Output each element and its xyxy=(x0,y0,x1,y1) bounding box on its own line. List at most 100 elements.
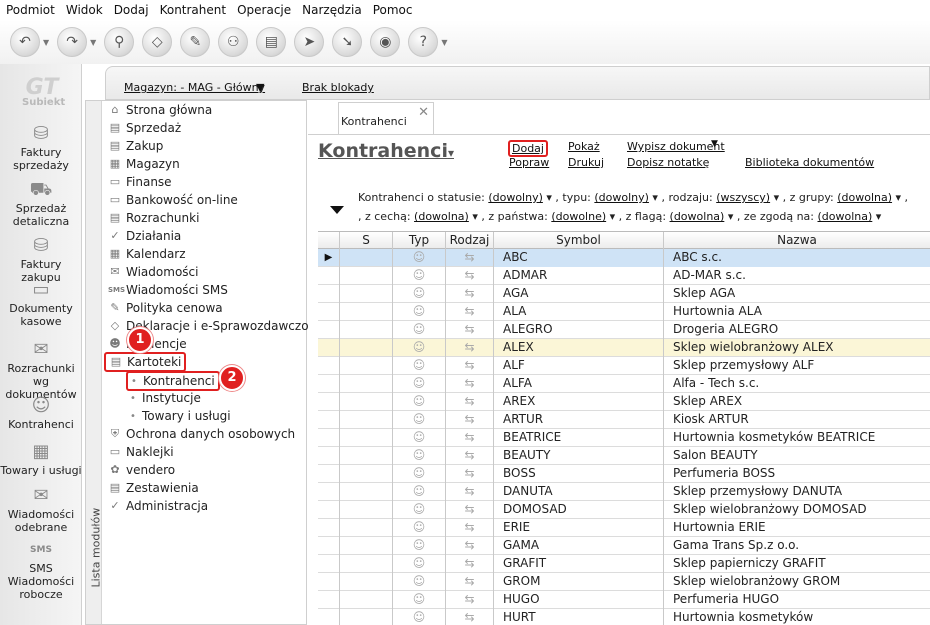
column-header-symbol[interactable]: Symbol xyxy=(494,232,664,250)
dopisz-notatke-link[interactable]: Dopisz notatkę xyxy=(627,156,709,169)
help-dropdown-icon[interactable]: ▼ xyxy=(441,38,447,47)
menu-kontrahent[interactable]: Kontrahent xyxy=(160,3,227,17)
table-row[interactable]: ☺ ⇆ ERIE Hurtownia ERIE xyxy=(318,519,930,537)
tree-wiadomosci[interactable]: ✉ Wiadomości xyxy=(108,263,198,281)
biblioteka-link[interactable]: Biblioteka dokumentów xyxy=(745,156,874,169)
table-row[interactable]: ☺ ⇆ HUGO Perfumeria HUGO xyxy=(318,591,930,609)
table-row[interactable]: ☺ ⇆ ARTUR Kiosk ARTUR xyxy=(318,411,930,429)
table-row[interactable]: ☺ ⇆ BEAUTY Salon BEAUTY xyxy=(318,447,930,465)
filter-rodzaj[interactable]: (wszyscy) xyxy=(716,191,770,204)
table-row[interactable]: ☺ ⇆ AREX Sklep AREX xyxy=(318,393,930,411)
globe-icon[interactable]: ◉ xyxy=(370,27,401,57)
module-faktury-zakupu[interactable]: ⛁ Faktury zakupu xyxy=(0,236,82,285)
search-people-icon[interactable]: ⚇ xyxy=(218,27,249,57)
menu-pomoc[interactable]: Pomoc xyxy=(373,3,413,17)
tree-magazyn[interactable]: ▦ Magazyn xyxy=(108,155,180,173)
table-row[interactable]: ☺ ⇆ BEATRICE Hurtownia kosmetyków BEATRICE xyxy=(318,429,930,447)
tree-ochrona-danych[interactable]: ⛨ Ochrona danych osobowych xyxy=(108,425,295,443)
tree-zakup[interactable]: ▤ Zakup xyxy=(108,137,164,155)
help-icon[interactable]: ? xyxy=(408,27,439,57)
filter-grupa[interactable]: (dowolna) xyxy=(837,191,892,204)
back-icon[interactable]: ↶ xyxy=(10,27,40,57)
tree-administracja[interactable]: ✓ Administracja xyxy=(108,497,208,515)
table-row[interactable]: ☺ ⇆ ALEX Sklep wielobranżowy ALEX xyxy=(318,339,930,357)
table-row[interactable]: ☺ ⇆ AGA Sklep AGA xyxy=(318,285,930,303)
table-row[interactable]: ☺ ⇆ DANUTA Sklep przemysłowy DANUTA xyxy=(318,483,930,501)
tab-kontrahenci[interactable]: Kontrahenci ✕ xyxy=(338,102,434,134)
table-row[interactable]: ☺ ⇆ GRAFIT Sklep papierniczy GRAFIT xyxy=(318,555,930,573)
table-row[interactable]: ☺ ⇆ ADMAR AD-MAR s.c. xyxy=(318,267,930,285)
export-icon[interactable]: ➤ xyxy=(294,27,325,57)
wrench-icon[interactable]: ✎ xyxy=(180,27,211,57)
tree-rozrachunki[interactable]: ▤ Rozrachunki xyxy=(108,209,200,227)
tree-polityka-cenowa[interactable]: ✎ Polityka cenowa xyxy=(108,299,222,317)
tree-sprzedaz[interactable]: ▤ Sprzedaż xyxy=(108,119,181,137)
import-icon[interactable]: ➘ xyxy=(332,27,363,57)
module-faktury-sprzedazy[interactable]: ⛁ Faktury sprzedaży xyxy=(0,124,82,173)
module-sms-robocze[interactable]: SMS SMS Wiadomości robocze xyxy=(0,540,82,601)
filter-flaga[interactable]: (dowolna) xyxy=(670,210,725,223)
filter-status[interactable]: (dowolny) xyxy=(488,191,543,204)
tree-zestawienia[interactable]: ▤ Zestawienia xyxy=(108,479,199,497)
table-row[interactable]: ☺ ⇆ ALA Hurtownia ALA xyxy=(318,303,930,321)
close-icon[interactable]: ✕ xyxy=(418,105,429,120)
tree-finanse[interactable]: ▭ Finanse xyxy=(108,173,172,191)
tree-kalendarz[interactable]: ▦ Kalendarz xyxy=(108,245,186,263)
tree-strona-glowna[interactable]: ⌂ Strona główna xyxy=(108,101,213,119)
menu-narzedzia[interactable]: Narzędzia xyxy=(302,3,362,17)
module-dokumenty-kasowe[interactable]: ▭ Dokumenty kasowe xyxy=(0,280,82,329)
tree-bankowosc[interactable]: ▭ Bankowość on-line xyxy=(108,191,238,209)
popraw-link[interactable]: Popraw xyxy=(509,156,549,169)
eraser-icon[interactable]: ◇ xyxy=(142,27,173,57)
table-row[interactable]: ☺ ⇆ ALFA Alfa - Tech s.c. xyxy=(318,375,930,393)
drukuj-link[interactable]: Drukuj xyxy=(568,156,604,169)
column-header-nazwa[interactable]: Nazwa xyxy=(664,232,930,250)
tree-kartoteki[interactable]: ▤ Kartoteki xyxy=(104,352,187,372)
wypisz-dropdown-icon[interactable]: ▼ xyxy=(711,139,718,149)
collapse-filters-icon[interactable] xyxy=(330,206,344,214)
menu-podmiot[interactable]: Podmiot xyxy=(6,3,55,17)
menu-dodaj[interactable]: Dodaj xyxy=(114,3,149,17)
table-row[interactable]: ☺ ⇆ GAMA Gama Trans Sp.z o.o. xyxy=(318,537,930,555)
column-header-rodzaj[interactable]: Rodzaj xyxy=(446,232,494,250)
filter-panstwo[interactable]: (dowolne) xyxy=(551,210,606,223)
table-row[interactable]: ☺ ⇆ ALF Sklep przemysłowy ALF xyxy=(318,357,930,375)
table-row[interactable]: ☺ ⇆ GROM Sklep wielobranżowy GROM xyxy=(318,573,930,591)
lock-status-link[interactable]: Brak blokady xyxy=(302,81,374,94)
tree-naklejki[interactable]: ▭ Naklejki xyxy=(108,443,174,461)
module-list-strip[interactable]: Lista modułów xyxy=(86,101,103,624)
printer-icon[interactable]: ▤ xyxy=(256,27,287,57)
tree-vendero[interactable]: ✿ vendero xyxy=(108,461,175,479)
module-towary[interactable]: ▦ Towary i usługi xyxy=(0,442,82,478)
table-row[interactable]: ☺ ⇆ DOMOSAD Sklep wielobranżowy DOMOSAD xyxy=(318,501,930,519)
back-dropdown-icon[interactable]: ▼ xyxy=(43,38,49,47)
pokaz-link[interactable]: Pokaż xyxy=(568,140,600,153)
tree-towary-uslugi[interactable]: • Towary i usługi xyxy=(130,407,231,425)
module-kontrahenci[interactable]: ☺ Kontrahenci xyxy=(0,396,82,432)
tree-dzialania[interactable]: ✓ Działania xyxy=(108,227,181,245)
tree-instytucje[interactable]: • Instytucje xyxy=(130,389,201,407)
page-title[interactable]: Kontrahenci▾ xyxy=(318,140,454,162)
table-row[interactable]: ☺ ⇆ BOSS Perfumeria BOSS xyxy=(318,465,930,483)
warehouse-dropdown-icon[interactable]: ▼ xyxy=(256,81,264,94)
module-sprzedaz-detaliczna[interactable]: ⛟ Sprzedaż detaliczna xyxy=(0,180,82,229)
dodaj-link[interactable]: Dodaj xyxy=(508,140,548,157)
table-row[interactable]: ▶ ☺ ⇆ ABC ABC s.c. xyxy=(318,249,930,267)
tree-kontrahenci[interactable]: • Kontrahenci xyxy=(126,371,220,391)
column-header-typ[interactable]: Typ xyxy=(393,232,446,250)
column-header-s[interactable]: S xyxy=(340,232,393,250)
module-rozrachunki[interactable]: ✉ Rozrachunki wg dokumentów xyxy=(0,340,82,402)
table-row[interactable]: ☺ ⇆ HURT Hurtownia kosmetyków xyxy=(318,609,930,625)
forward-dropdown-icon[interactable]: ▼ xyxy=(90,38,96,47)
filter-zgoda[interactable]: (dowolna) xyxy=(818,210,873,223)
filter-cecha[interactable]: (dowolna) xyxy=(414,210,469,223)
filter-typ[interactable]: (dowolny) xyxy=(594,191,649,204)
warehouse-selector[interactable]: Magazyn: - MAG - Główny xyxy=(124,81,265,94)
menu-widok[interactable]: Widok xyxy=(66,3,103,17)
forward-icon[interactable]: ↷ xyxy=(57,27,88,57)
module-wiadomosci-odebrane[interactable]: ✉ Wiadomości odebrane xyxy=(0,486,82,535)
column-header-indicator[interactable] xyxy=(318,232,340,250)
tree-wiadomosci-sms[interactable]: SMS Wiadomości SMS xyxy=(108,281,228,299)
stamp-icon[interactable]: ⚲ xyxy=(104,27,135,57)
table-row[interactable]: ☺ ⇆ ALEGRO Drogeria ALEGRO xyxy=(318,321,930,339)
